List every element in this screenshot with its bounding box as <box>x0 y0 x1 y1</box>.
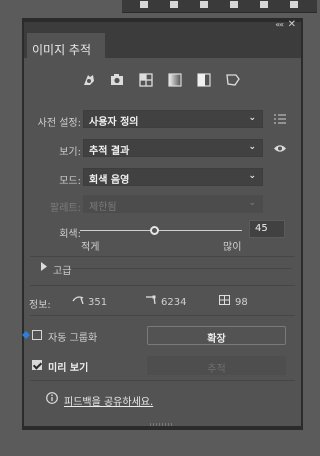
toolbar-icon[interactable] <box>200 1 208 8</box>
divider <box>72 268 292 269</box>
eye-icon[interactable] <box>273 144 287 153</box>
gray-value-input[interactable]: 45 <box>249 220 285 238</box>
colors-count: 98 <box>235 297 248 308</box>
divider <box>30 315 295 316</box>
view-select[interactable]: 추적 결과 ⌄ <box>83 139 263 157</box>
palette-label: 팔레트: <box>50 203 81 214</box>
divider <box>30 380 295 381</box>
palette-value: 제한됨 <box>89 202 117 213</box>
trace-button: 추적 <box>147 356 286 375</box>
auto-color-icon[interactable] <box>81 72 97 88</box>
preset-menu-icon[interactable] <box>274 114 286 124</box>
chevron-down-icon: ⌄ <box>248 113 256 123</box>
gray-slider-track[interactable] <box>80 230 242 231</box>
gray-max-label: 많이 <box>223 242 242 253</box>
black-white-icon[interactable] <box>196 72 212 88</box>
feedback-link[interactable]: 피드백을 공유하세요. <box>64 393 153 408</box>
view-label: 보기: <box>59 147 81 158</box>
palette-select: 제한됨 ⌄ <box>83 195 263 213</box>
panel-bottom-edge <box>24 426 301 429</box>
expand-button[interactable]: 확장 <box>147 326 286 345</box>
low-color-icon[interactable] <box>138 72 154 88</box>
chevron-down-icon: ⌄ <box>248 171 256 181</box>
toolbar-icon[interactable] <box>170 1 178 8</box>
gray-min-label: 적게 <box>81 242 100 253</box>
preset-value: 사용자 정의 <box>89 117 139 128</box>
anchors-count: 6234 <box>161 297 187 308</box>
toolbar-icon[interactable] <box>140 1 148 8</box>
toolbar-icon[interactable] <box>290 1 298 8</box>
panel-titlebar[interactable]: «« ✕ <box>24 19 301 30</box>
collapse-icon[interactable]: «« <box>275 20 284 29</box>
outline-icon[interactable] <box>225 72 241 88</box>
info-label: 정보: <box>29 300 51 311</box>
divider <box>30 285 295 286</box>
gray-label: 회색: <box>59 229 81 240</box>
mode-value: 회색 음영 <box>89 175 130 186</box>
paths-count: 351 <box>88 297 108 308</box>
colors-grid-icon <box>219 295 230 305</box>
mode-select[interactable]: 회색 음영 ⌄ <box>83 168 263 186</box>
advanced-toggle[interactable]: 고급 <box>53 262 71 277</box>
preview-checkbox[interactable] <box>32 360 42 370</box>
preset-icon-row <box>24 72 301 92</box>
tab-image-trace[interactable]: 이미지 추적 <box>27 33 105 58</box>
chevron-down-icon: ⌄ <box>248 142 256 152</box>
autogroup-checkbox[interactable] <box>32 330 42 340</box>
divider <box>30 256 295 257</box>
diamond-indicator-icon <box>22 331 30 339</box>
toolbar-icon[interactable] <box>260 1 268 8</box>
mode-label: 모드: <box>59 176 81 187</box>
preview-label[interactable]: 미리 보기 <box>48 359 88 374</box>
chevron-down-icon: ⌄ <box>248 198 256 208</box>
resize-grip[interactable] <box>150 423 174 426</box>
info-circle-icon <box>46 392 58 404</box>
paths-icon <box>72 296 84 305</box>
gray-slider-thumb[interactable] <box>150 226 160 235</box>
tab-bar: 이미지 추적 <box>24 30 301 58</box>
grayscale-icon[interactable] <box>167 72 183 88</box>
toolbar-icon[interactable] <box>230 1 238 8</box>
autogroup-label[interactable]: 자동 그룹화 <box>48 329 97 344</box>
image-trace-panel: «« ✕ 이미지 추적 사전 설정: 사용자 정의 ⌄ 보기: 추적 결과 ⌄ … <box>22 19 301 426</box>
preset-select[interactable]: 사용자 정의 ⌄ <box>83 110 263 128</box>
top-toolbar-strip <box>122 0 317 13</box>
close-icon[interactable]: ✕ <box>288 19 296 30</box>
high-color-icon[interactable] <box>109 72 125 88</box>
preset-label: 사전 설정: <box>37 118 81 129</box>
anchors-icon <box>146 295 156 305</box>
disclosure-triangle-icon[interactable] <box>41 262 47 271</box>
view-value: 추적 결과 <box>89 146 130 157</box>
